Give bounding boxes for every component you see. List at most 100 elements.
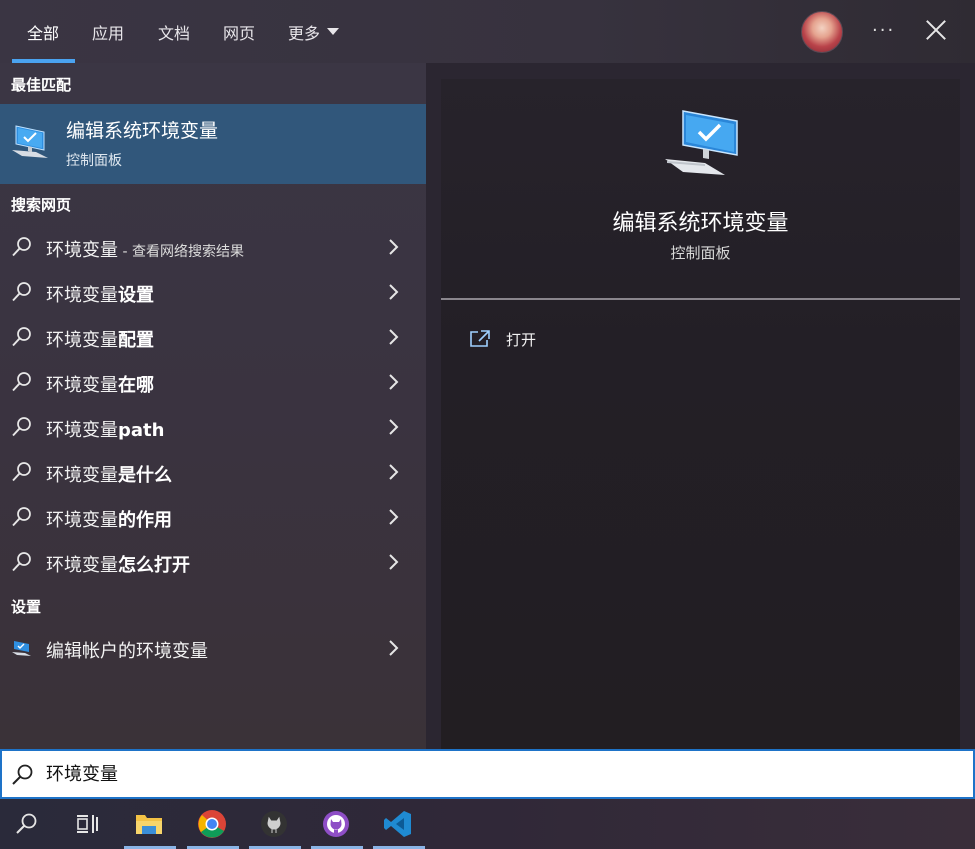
tab-more[interactable]: 更多 [288,0,340,63]
chevron-right-icon[interactable] [384,418,402,436]
suggestion-query: 环境变量 [46,465,118,486]
tab-documents[interactable]: 文档 [158,0,190,63]
suggestion-hint: - 查看网络搜索结果 [118,244,244,260]
caret-down-icon [327,28,340,35]
suggestion-query: 环境变量 [46,285,118,306]
web-search-suggestion[interactable]: 环境变量path [0,404,426,449]
web-search-suggestion[interactable]: 环境变量配置 [0,314,426,359]
web-search-suggestion[interactable]: 环境变量 - 查看网络搜索结果 [0,224,426,269]
suggestion-query: 环境变量 [46,420,118,441]
open-action-label: 打开 [506,330,537,349]
suggestion-text: 环境变量path [46,416,164,442]
search-icon [16,813,37,834]
suggestion-query: 环境变量 [46,375,118,396]
search-icon [12,552,31,572]
task-view-icon [77,815,98,833]
tab-label: 网页 [223,23,256,43]
tab-web[interactable]: 网页 [223,0,255,63]
web-search-suggestion[interactable]: 环境变量在哪 [0,359,426,404]
github-icon [323,811,349,837]
github-desktop-button[interactable] [249,799,301,849]
web-search-suggestion[interactable]: 环境变量是什么 [0,449,426,494]
system-settings-icon [12,641,31,656]
search-input[interactable] [46,759,946,787]
chevron-right-icon[interactable] [384,238,402,256]
suggestion-completion: path [118,420,165,441]
taskbar [0,799,975,849]
suggestion-text: 环境变量 - 查看网络搜索结果 [46,236,244,262]
tab-all[interactable]: 全部 [27,0,59,63]
tab-label: 应用 [92,23,125,43]
suggestion-text: 环境变量在哪 [46,371,154,397]
chevron-right-icon[interactable] [384,463,402,481]
chevron-right-icon[interactable] [384,553,402,571]
section-heading-best-match: 最佳匹配 [11,76,72,94]
close-button[interactable] [925,19,947,41]
vscode-button[interactable] [373,799,425,849]
suggestion-completion: 是什么 [118,465,172,486]
system-settings-icon [12,125,48,158]
divider [441,298,960,300]
suggestion-completion: 配置 [118,330,154,351]
chevron-right-icon[interactable] [384,508,402,526]
github-button[interactable] [311,799,363,849]
search-icon [12,327,31,347]
chevron-right-icon[interactable] [384,639,402,657]
suggestion-query: 环境变量 [46,330,118,351]
chevron-right-icon[interactable] [384,328,402,346]
suggestion-completion: 在哪 [118,375,154,396]
tab-label: 文档 [158,23,191,43]
detail-title: 编辑系统环境变量 [612,211,789,236]
avatar[interactable] [801,11,843,53]
suggestion-text: 环境变量配置 [46,326,154,352]
chevron-right-icon[interactable] [384,283,402,301]
taskbar-search-button[interactable] [2,799,52,849]
file-explorer-icon [136,815,162,834]
system-settings-icon [665,110,738,175]
best-match-item[interactable]: 编辑系统环境变量 控制面板 [0,104,426,184]
detail-subtitle: 控制面板 [670,244,731,262]
suggestion-completion: 设置 [118,285,154,306]
search-icon [12,764,33,785]
web-search-suggestion[interactable]: 环境变量怎么打开 [0,539,426,584]
open-action[interactable]: 打开 [469,325,536,353]
vscode-icon [384,811,411,837]
best-match-subtitle: 控制面板 [66,153,122,169]
detail-panel: 编辑系统环境变量 控制面板 打开 [441,79,960,749]
suggestion-completion: 怎么打开 [118,555,190,576]
chrome-icon [198,810,226,838]
chrome-button[interactable] [187,799,239,849]
tab-label: 全部 [27,23,60,43]
suggestion-query: 环境变量 [46,240,118,261]
settings-result-item[interactable]: 编辑帐户的环境变量 [0,625,426,670]
results-panel: 最佳匹配 编辑系统环境变量 控制面板 搜索网页 环境变量 - 查看网络搜索结果环… [0,63,426,749]
search-icon [12,372,31,392]
task-view-button[interactable] [62,799,112,849]
tab-apps[interactable]: 应用 [92,0,124,63]
github-desktop-icon [261,811,287,837]
suggestion-query: 环境变量 [46,510,118,531]
suggestion-text: 环境变量的作用 [46,506,172,532]
section-heading-search-web: 搜索网页 [11,196,72,214]
tab-label: 更多 [288,23,321,43]
search-box [0,749,975,799]
search-icon [12,462,31,482]
suggestion-text: 环境变量是什么 [46,461,172,487]
search-icon [12,507,31,527]
more-options-button[interactable]: ··· [872,20,895,41]
open-external-icon [470,330,490,347]
suggestion-query: 环境变量 [46,555,118,576]
search-icon [12,282,31,302]
best-match-title: 编辑系统环境变量 [66,120,219,142]
search-icon [12,237,31,257]
suggestion-completion: 的作用 [118,510,172,531]
web-search-suggestion[interactable]: 环境变量的作用 [0,494,426,539]
search-scope-tabs: 全部 应用 文档 网页 更多 ··· [0,0,975,63]
file-explorer-button[interactable] [124,799,176,849]
web-search-suggestion[interactable]: 环境变量设置 [0,269,426,314]
settings-result-label: 编辑帐户的环境变量 [46,641,208,662]
section-heading-settings: 设置 [11,598,42,616]
suggestion-text: 环境变量设置 [46,281,154,307]
chevron-right-icon[interactable] [384,373,402,391]
suggestion-text: 环境变量怎么打开 [46,551,190,577]
